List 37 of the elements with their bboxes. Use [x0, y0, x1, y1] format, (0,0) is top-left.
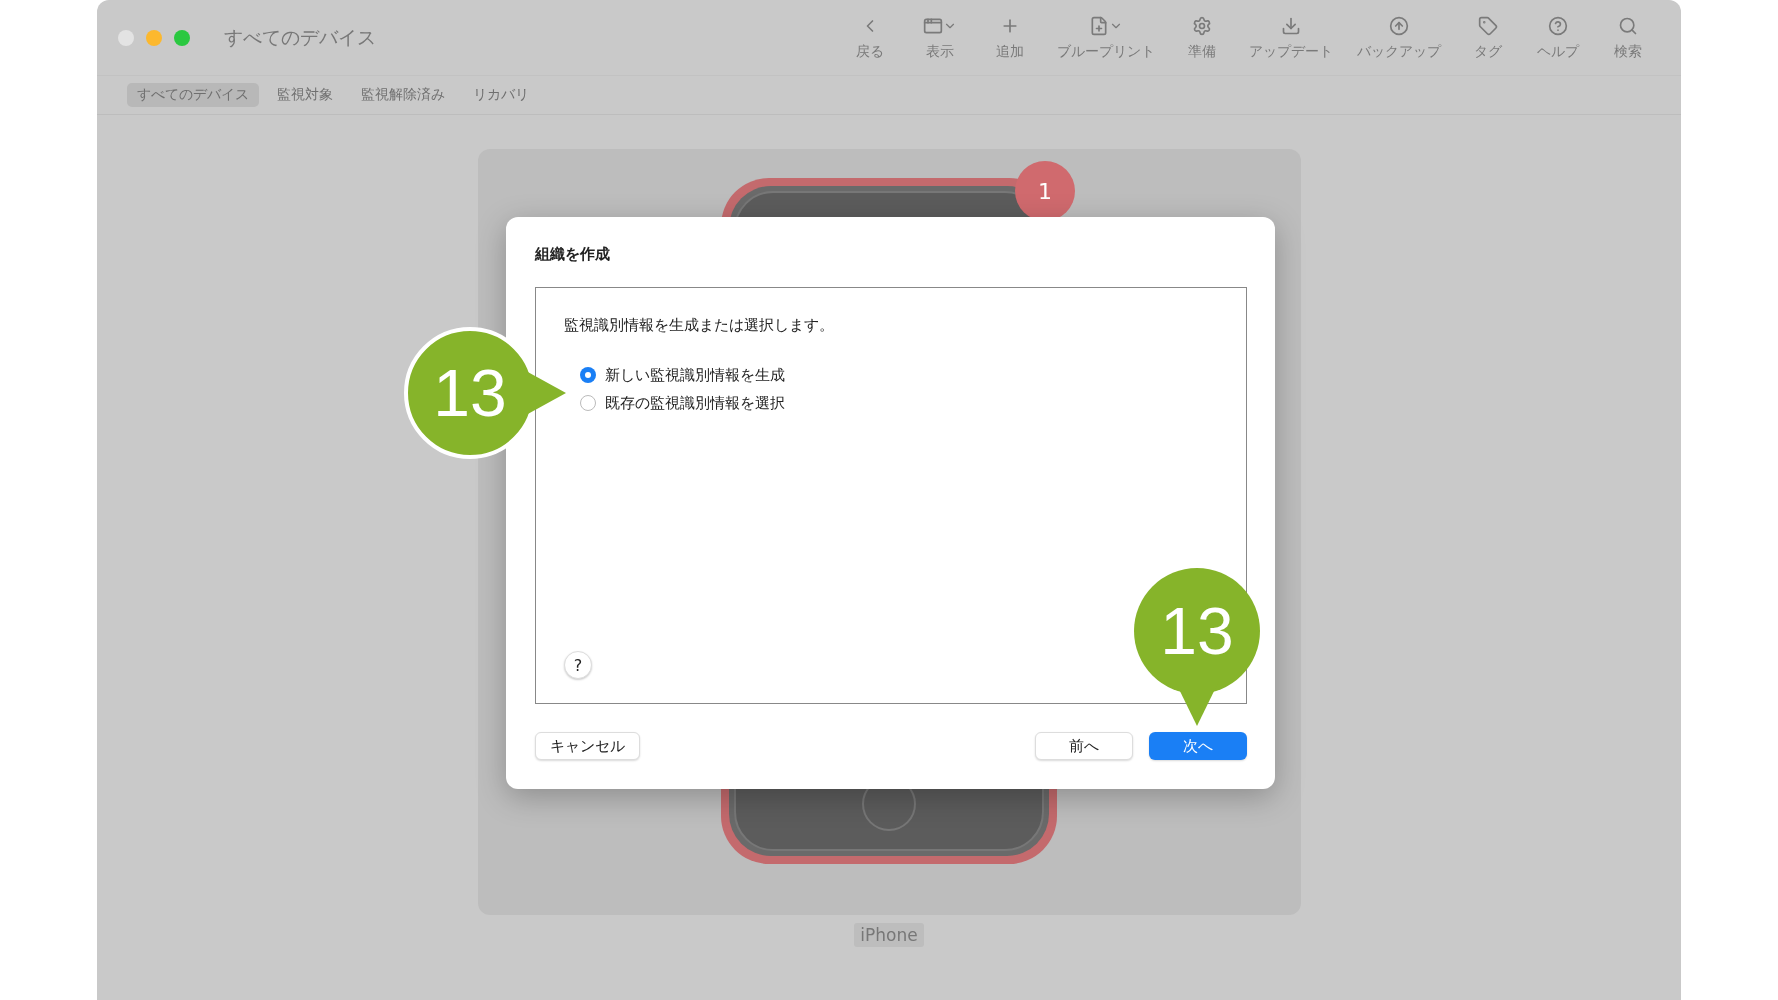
toolbar-button[interactable]: 準備: [1167, 14, 1237, 61]
dialog-button[interactable]: 前へ: [1035, 732, 1133, 760]
toolbar-button[interactable]: 戻る: [835, 14, 905, 61]
search-icon: [1618, 15, 1638, 36]
dialog-button[interactable]: 次へ: [1149, 732, 1247, 760]
dialog-title: 組織を作成: [535, 245, 611, 265]
zoom-button[interactable]: [174, 29, 190, 46]
window-title: すべてのデバイス: [224, 24, 377, 50]
radio-label: 既存の監視識別情報を選択: [605, 393, 785, 413]
document-plus-icon: [1089, 15, 1109, 36]
toolbar-button[interactable]: 検索: [1593, 14, 1663, 61]
radio-button[interactable]: [580, 367, 596, 383]
radio-label: 新しい監視識別情報を生成: [605, 365, 785, 385]
dialog-description: 監視識別情報を生成または選択します。: [564, 316, 835, 335]
help-icon: [1548, 15, 1568, 36]
step-callout: 13: [404, 327, 566, 459]
close-button[interactable]: [118, 29, 134, 46]
download-icon: [1281, 15, 1301, 36]
radio-button[interactable]: [580, 395, 596, 411]
gear-icon: [1192, 15, 1212, 36]
help-button[interactable]: ?: [564, 651, 592, 679]
tag-icon: [1478, 15, 1498, 36]
tab[interactable]: 監視対象: [267, 83, 343, 107]
toolbar-button[interactable]: ヘルプ: [1523, 14, 1593, 61]
minimize-button[interactable]: [146, 29, 162, 46]
dialog-button[interactable]: キャンセル: [535, 732, 640, 760]
toolbar-button[interactable]: アップデート: [1237, 14, 1345, 61]
device-label: iPhone: [854, 923, 924, 947]
tab[interactable]: 監視解除済み: [351, 83, 455, 107]
tab[interactable]: リカバリ: [463, 83, 539, 107]
toolbar-button[interactable]: 表示: [905, 14, 975, 61]
toolbar-button[interactable]: 追加: [975, 14, 1045, 61]
toolbar-button[interactable]: タグ: [1453, 14, 1523, 61]
step-callout: 13: [1131, 565, 1263, 726]
toolbar-button[interactable]: バックアップ: [1345, 14, 1453, 61]
toolbar-button[interactable]: ブループリント: [1045, 14, 1167, 61]
tab[interactable]: すべてのデバイス: [127, 83, 259, 107]
